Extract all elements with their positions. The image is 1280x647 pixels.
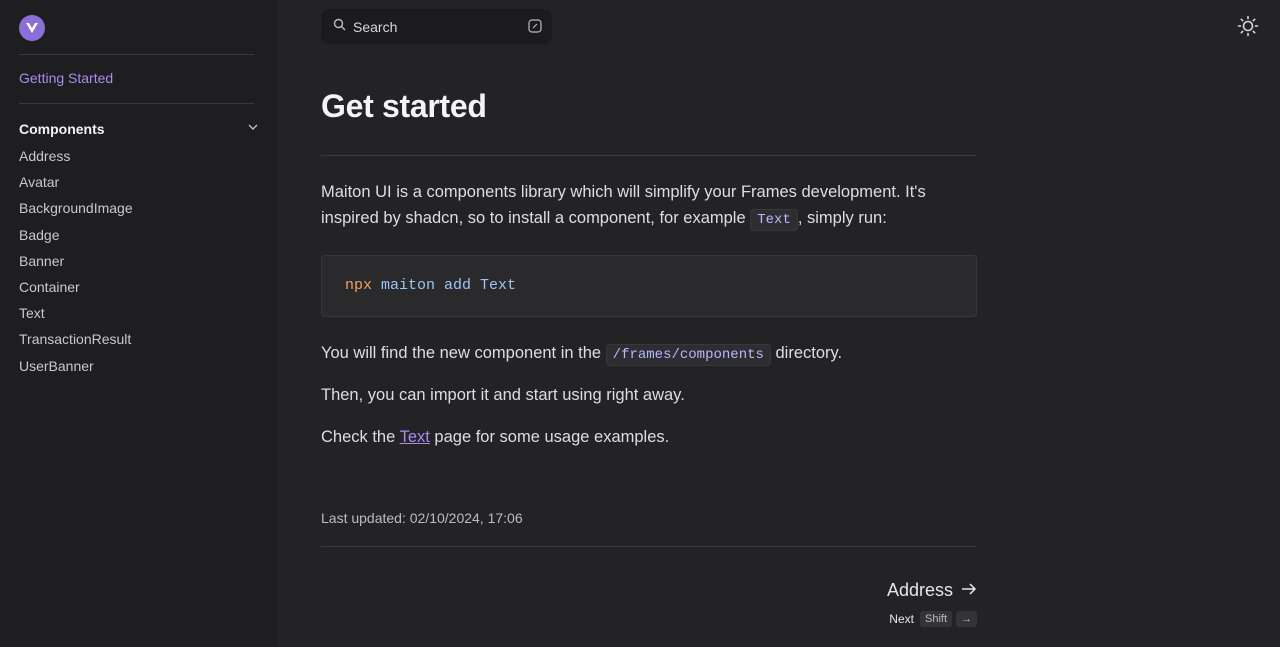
page-title: Get started xyxy=(321,88,487,124)
sidebar: Getting Started Components Address Avata… xyxy=(0,0,277,647)
keyboard-shortcut-icon xyxy=(528,19,542,38)
sidebar-item-backgroundimage[interactable]: BackgroundImage xyxy=(19,198,133,224)
code-token: maiton add Text xyxy=(381,277,517,294)
sidebar-item-address[interactable]: Address xyxy=(19,146,133,172)
sidebar-divider xyxy=(19,103,254,104)
next-shortcut-row: Next Shift → xyxy=(889,611,977,627)
shift-key: Shift xyxy=(919,611,952,627)
sidebar-item-container[interactable]: Container xyxy=(19,277,133,303)
inline-code: /frames/components xyxy=(605,344,771,366)
usage-paragraph: Check the Text page for some usage examp… xyxy=(321,424,981,450)
sidebar-item-transactionresult[interactable]: TransactionResult xyxy=(19,329,133,355)
intro-text: , simply run: xyxy=(797,209,887,227)
components-nav-list: Address Avatar BackgroundImage Badge Ban… xyxy=(19,146,133,382)
arrow-key: → xyxy=(956,611,977,627)
footer-divider xyxy=(321,546,977,547)
code-token: npx xyxy=(345,277,373,294)
search-button[interactable]: Search xyxy=(321,9,552,44)
search-icon xyxy=(333,18,346,36)
sidebar-item-text[interactable]: Text xyxy=(19,303,133,329)
title-divider xyxy=(321,155,977,156)
components-section-toggle[interactable]: Components xyxy=(19,120,259,138)
search-label: Search xyxy=(353,18,398,35)
arrow-right-icon xyxy=(961,580,977,601)
text-page-link[interactable]: Text xyxy=(400,428,430,446)
sidebar-item-avatar[interactable]: Avatar xyxy=(19,172,133,198)
import-paragraph: Then, you can import it and start using … xyxy=(321,386,685,404)
code-block[interactable]: npx maiton add Text xyxy=(321,255,977,317)
next-page-link[interactable]: Address xyxy=(887,580,977,601)
directory-text: directory. xyxy=(770,344,843,362)
theme-toggle-sun-icon[interactable] xyxy=(1237,15,1259,42)
sidebar-item-userbanner[interactable]: UserBanner xyxy=(19,356,133,382)
sidebar-divider xyxy=(19,54,254,55)
usage-text: Check the xyxy=(321,428,400,446)
inline-code: Text xyxy=(750,209,798,231)
intro-paragraph: Maiton UI is a components library which … xyxy=(321,179,981,233)
sidebar-item-banner[interactable]: Banner xyxy=(19,251,133,277)
next-page-title: Address xyxy=(886,580,953,600)
logo-icon[interactable] xyxy=(19,15,45,41)
chevron-down-icon xyxy=(247,120,259,138)
sidebar-item-badge[interactable]: Badge xyxy=(19,225,133,251)
next-label: Next xyxy=(889,612,914,626)
last-updated: Last updated: 02/10/2024, 17:06 xyxy=(321,510,523,526)
section-title: Components xyxy=(19,121,105,137)
usage-text: page for some usage examples. xyxy=(429,428,670,446)
directory-text: You will find the new component in the xyxy=(321,344,606,362)
sidebar-item-getting-started[interactable]: Getting Started xyxy=(19,70,113,86)
directory-paragraph: You will find the new component in the /… xyxy=(321,340,981,368)
